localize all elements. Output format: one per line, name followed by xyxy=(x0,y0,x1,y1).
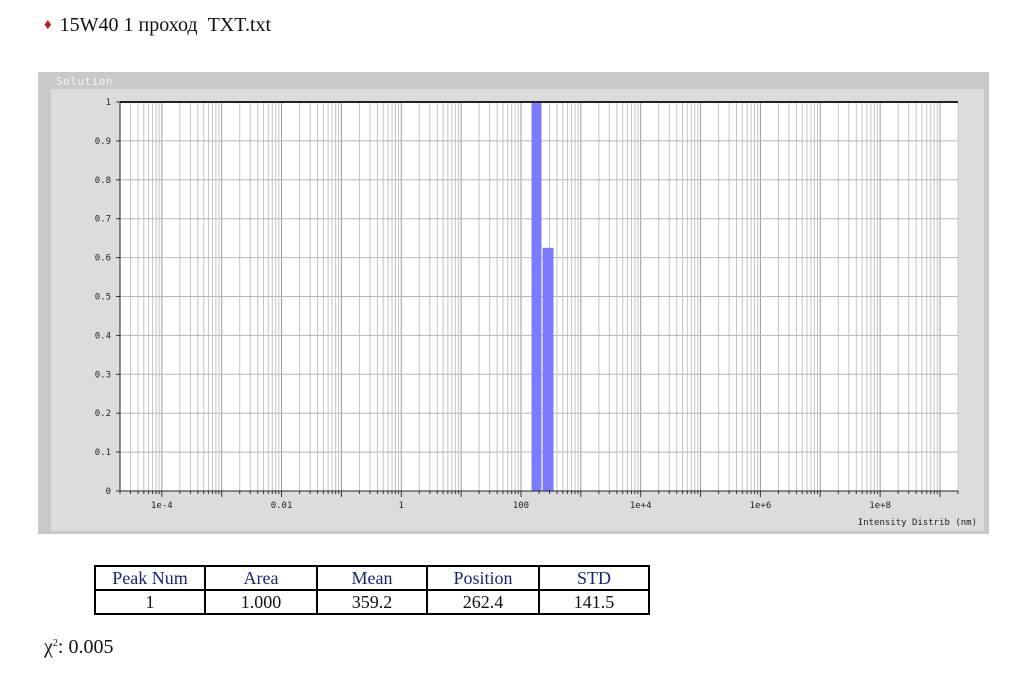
table-cell: 1 xyxy=(94,589,206,615)
y-tick-label: 1 xyxy=(106,98,111,108)
chi-symbol: χ xyxy=(44,636,53,658)
table-cell: 1.000 xyxy=(204,589,318,615)
table-header-cell: Area xyxy=(204,565,318,591)
peak-table: Peak Num Area Mean Position STD 1 1.000 359.2 2… xyxy=(94,565,650,615)
x-tick-label: 100 xyxy=(513,501,529,511)
table-header-row: Peak Num Area Mean Position STD xyxy=(94,565,650,591)
solution-panel: Solution 0 0.1 0.2 0.3 0.4 0.5 0.6 0.7 0.8 0.9 1 1e… xyxy=(38,72,989,534)
x-tick-label: 1e+8 xyxy=(869,501,891,511)
x-tick-label: 1e+4 xyxy=(630,501,652,511)
diamond-bullet-icon: ♦ xyxy=(44,17,52,33)
y-tick-label: 0.8 xyxy=(95,176,111,186)
x-tick-label: 0.01 xyxy=(271,501,293,511)
chart-title: ♦ 15W40 1 проход TXT.txt xyxy=(44,14,271,37)
distribution-bar xyxy=(542,247,554,491)
y-tick-label: 0.7 xyxy=(95,215,111,225)
y-tick-label: 0.1 xyxy=(95,448,111,458)
y-tick-label: 0.6 xyxy=(95,254,111,264)
x-axis-label: Intensity Distrib (nm) xyxy=(858,518,977,528)
y-tick-label: 0.5 xyxy=(95,293,111,303)
table-cell: 262.4 xyxy=(426,589,540,615)
y-tick-label: 0.3 xyxy=(95,370,111,380)
table-header-cell: STD xyxy=(538,565,650,591)
distribution-chart: 0 0.1 0.2 0.3 0.4 0.5 0.6 0.7 0.8 0.9 1 1e-4 0.01 1 10… xyxy=(51,89,984,531)
chi-value: : 0.005 xyxy=(57,636,114,658)
table-cell: 359.2 xyxy=(316,589,428,615)
table-header-cell: Position xyxy=(426,565,540,591)
table-cell: 141.5 xyxy=(538,589,650,615)
x-tick-label: 1 xyxy=(399,501,404,511)
y-tick-label: 0 xyxy=(106,487,111,497)
y-tick-label: 0.4 xyxy=(95,331,111,341)
x-tick-label: 1e-4 xyxy=(151,501,173,511)
table-header-cell: Peak Num xyxy=(94,565,206,591)
table-row: 1 1.000 359.2 262.4 141.5 xyxy=(94,589,650,615)
y-tick-label: 0.9 xyxy=(95,137,111,147)
distribution-bar xyxy=(531,102,542,491)
chi-square: χ2: 0.005 xyxy=(44,636,113,659)
x-tick-label: 1e+6 xyxy=(750,501,772,511)
y-tick-label: 0.2 xyxy=(95,409,111,419)
table-header-cell: Mean xyxy=(316,565,428,591)
file-title-text: 15W40 1 проход TXT.txt xyxy=(59,14,272,36)
